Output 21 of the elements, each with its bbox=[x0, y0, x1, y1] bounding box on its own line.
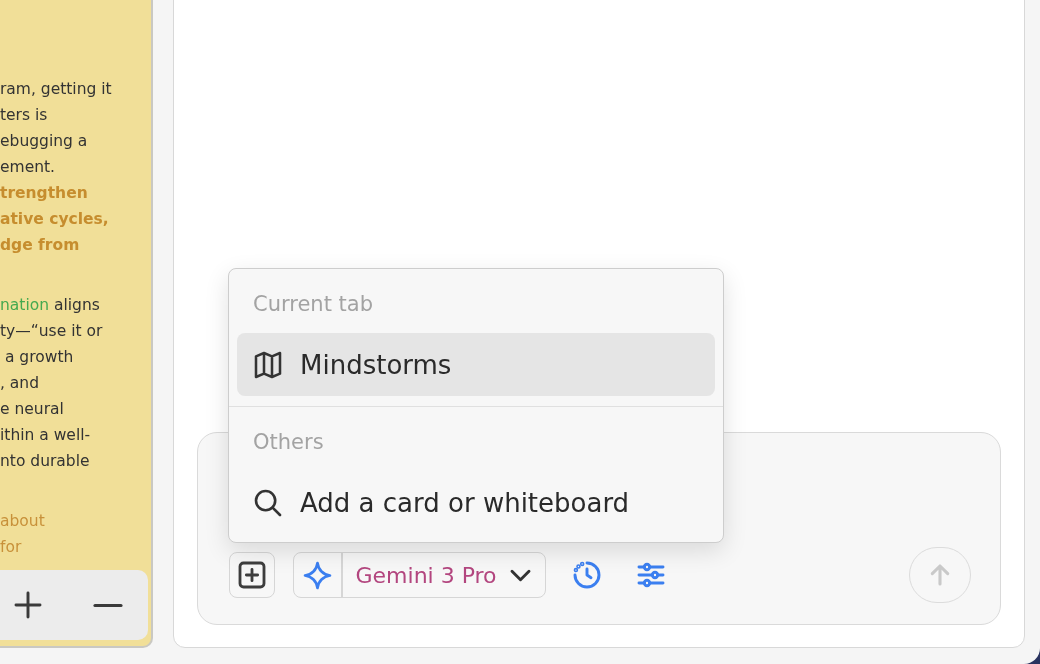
settings-button[interactable] bbox=[639, 563, 663, 587]
clock-icon bbox=[575, 563, 599, 587]
chevron-down-icon bbox=[512, 570, 529, 580]
plus-icon bbox=[16, 593, 40, 617]
history-button[interactable] bbox=[575, 563, 599, 587]
map-icon bbox=[256, 352, 280, 377]
sparkle-icon bbox=[305, 562, 330, 588]
menu-section-header: Others bbox=[253, 430, 324, 454]
minus-icon bbox=[95, 603, 121, 607]
menu-item[interactable]: Add a card or whiteboard bbox=[237, 471, 715, 534]
menu-item[interactable]: Mindstorms bbox=[237, 333, 715, 396]
note-paragraph: nation aligns ty—“use it or a growth , and e neural ithin a well- nto durable bbox=[0, 295, 104, 472]
menu-section-header: Current tab bbox=[253, 292, 373, 316]
plus-square-icon bbox=[240, 563, 264, 587]
model-selector[interactable]: Gemini 3 Pro bbox=[293, 552, 546, 598]
sliders-icon bbox=[639, 563, 663, 587]
add-button[interactable] bbox=[229, 552, 275, 598]
note-paragraph: about for bbox=[0, 511, 46, 558]
arrow-up-icon bbox=[932, 566, 948, 584]
note-paragraph: ram, getting it ters is ebugging a ement. trengthen ative cycles, dge from bbox=[0, 79, 113, 256]
search-icon bbox=[256, 490, 280, 515]
